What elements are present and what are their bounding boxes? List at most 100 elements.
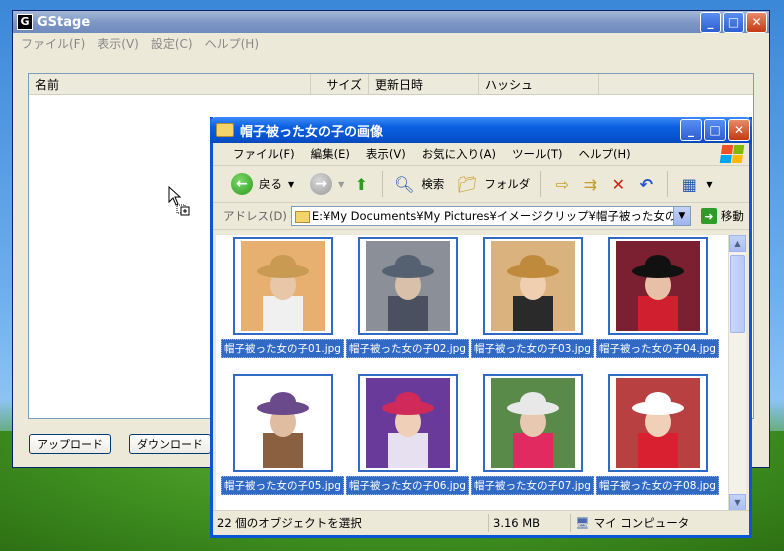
thumbnail-filename[interactable]: 帽子被った女の子08.jpg	[596, 476, 719, 495]
column-size[interactable]: サイズ	[311, 74, 369, 94]
menu-help[interactable]: ヘルプ(H)	[579, 146, 631, 162]
thumbnail-filename[interactable]: 帽子被った女の子03.jpg	[471, 339, 594, 358]
thumbnail-frame[interactable]	[607, 374, 708, 472]
thumbnail-item[interactable]: 帽子被った女の子07.jpg	[470, 374, 595, 495]
download-button[interactable]: ダウンロード	[129, 434, 211, 454]
thumbnail-filename[interactable]: 帽子被った女の子07.jpg	[471, 476, 594, 495]
address-input[interactable]: E:¥My Documents¥My Pictures¥イメージクリップ¥帽子被…	[290, 206, 691, 226]
folder-icon	[216, 123, 234, 137]
status-size: 3.16 MB	[489, 514, 571, 532]
thumbnail-frame[interactable]	[607, 237, 708, 335]
address-value: E:¥My Documents¥My Pictures¥イメージクリップ¥帽子被…	[311, 209, 691, 223]
column-name[interactable]: 名前	[29, 74, 311, 94]
photo-thumbnail-image	[365, 378, 450, 468]
menu-settings[interactable]: 設定(C)	[151, 35, 193, 52]
menu-edit[interactable]: 編集(E)	[311, 146, 350, 162]
close-button[interactable]: ✕	[746, 11, 767, 33]
back-arrow-icon[interactable]: ←	[231, 173, 253, 195]
column-hash[interactable]: ハッシュ	[479, 74, 599, 94]
thumbnail-item[interactable]: 帽子被った女の子06.jpg	[345, 374, 470, 495]
thumbnail-frame[interactable]	[482, 374, 583, 472]
drag-copy-cursor-icon	[168, 186, 190, 216]
menu-file[interactable]: ファイル(F)	[233, 146, 295, 162]
thumbnail-item[interactable]: 帽子被った女の子03.jpg	[470, 237, 595, 358]
thumbnail-frame[interactable]	[357, 374, 458, 472]
photo-thumbnail-image	[490, 378, 575, 468]
scroll-down-icon[interactable]: ▼	[729, 494, 746, 511]
go-label: 移動	[720, 209, 744, 223]
views-dropdown-icon[interactable]: ▼	[706, 180, 712, 189]
address-dropdown-icon[interactable]: ▼	[672, 207, 690, 225]
go-button[interactable]: ➜ 移動	[700, 208, 744, 224]
menu-help[interactable]: ヘルプ(H)	[205, 35, 259, 52]
thumbnail-filename[interactable]: 帽子被った女の子06.jpg	[346, 476, 469, 495]
thumbnail-frame[interactable]	[232, 374, 333, 472]
photo-thumbnail-image	[365, 241, 450, 331]
upload-button[interactable]: アップロード	[29, 434, 111, 454]
close-button[interactable]: ✕	[728, 119, 750, 141]
photo-thumbnail-image	[240, 241, 325, 331]
thumbnail-item[interactable]: 帽子被った女の子02.jpg	[345, 237, 470, 358]
thumbnail-filename[interactable]: 帽子被った女の子01.jpg	[221, 339, 344, 358]
forward-dropdown-icon[interactable]: ▼	[338, 180, 344, 189]
move-to-icon[interactable]: ⇨	[551, 173, 573, 195]
status-count: 22 個のオブジェクトを選択	[213, 514, 489, 532]
explorer-menubar: ファイル(F) 編集(E) 表示(V) お気に入り(A) ツール(T) ヘルプ(…	[213, 143, 749, 166]
thumbnail-filename[interactable]: 帽子被った女の子04.jpg	[596, 339, 719, 358]
thumbnail-frame[interactable]	[232, 237, 333, 335]
address-bar: アドレス(D) E:¥My Documents¥My Pictures¥イメージ…	[213, 203, 749, 230]
status-bar: 22 個のオブジェクトを選択 3.16 MB 🖥︎ マイ コンピュータ	[213, 510, 749, 535]
views-icon[interactable]: ▦	[678, 173, 700, 195]
scroll-up-icon[interactable]: ▲	[729, 235, 746, 252]
status-location-label: マイ コンピュータ	[593, 516, 690, 530]
thumbnail-item[interactable]: 帽子被った女の子01.jpg	[220, 237, 345, 358]
gstage-title: GStage	[37, 14, 91, 30]
thumbnail-frame[interactable]	[357, 237, 458, 335]
undo-icon[interactable]: ↶	[635, 173, 657, 195]
photo-thumbnail-image	[490, 241, 575, 331]
delete-icon[interactable]: ✕	[607, 173, 629, 195]
address-label: アドレス(D)	[223, 209, 287, 223]
menu-tools[interactable]: ツール(T)	[512, 146, 563, 162]
menu-view[interactable]: 表示(V)	[366, 146, 406, 162]
photo-thumbnail-image	[615, 378, 700, 468]
gstage-titlebar[interactable]: G GStage _ □ ✕	[13, 11, 769, 33]
list-header: 名前 サイズ 更新日時 ハッシュ	[29, 74, 753, 95]
forward-arrow-icon[interactable]: →	[310, 173, 333, 195]
menu-favorites[interactable]: お気に入り(A)	[422, 146, 496, 162]
copy-to-icon[interactable]: ⇉	[579, 173, 601, 195]
windows-logo-icon	[719, 145, 745, 163]
explorer-window: 帽子被った女の子の画像 _ □ ✕ ファイル(F) 編集(E) 表示(V) お気…	[210, 117, 752, 538]
up-folder-icon[interactable]: ⬆	[350, 173, 372, 195]
thumbnail-item[interactable]: 帽子被った女の子08.jpg	[595, 374, 720, 495]
maximize-button[interactable]: □	[723, 11, 744, 33]
photo-thumbnail-image	[615, 241, 700, 331]
search-icon[interactable]: 🔍︎	[393, 173, 415, 195]
folders-button-label[interactable]: フォルダ	[484, 176, 530, 192]
folders-icon[interactable]: 📁︎	[456, 173, 478, 195]
folder-icon	[294, 211, 310, 223]
menu-file[interactable]: ファイル(F)	[21, 35, 85, 52]
thumbnail-item[interactable]: 帽子被った女の子04.jpg	[595, 237, 720, 358]
thumbnail-item[interactable]: 帽子被った女の子05.jpg	[220, 374, 345, 495]
thumbnail-frame[interactable]	[482, 237, 583, 335]
minimize-button[interactable]: _	[680, 119, 702, 141]
vertical-scrollbar[interactable]: ▲ ▼	[728, 235, 746, 511]
back-dropdown-icon[interactable]: ▼	[288, 180, 294, 189]
thumbnail-filename[interactable]: 帽子被った女の子05.jpg	[221, 476, 344, 495]
menu-view[interactable]: 表示(V)	[97, 35, 139, 52]
column-modified[interactable]: 更新日時	[369, 74, 479, 94]
thumbnail-filename[interactable]: 帽子被った女の子02.jpg	[346, 339, 469, 358]
scroll-thumb[interactable]	[730, 255, 745, 333]
search-button-label[interactable]: 検索	[421, 176, 444, 192]
minimize-button[interactable]: _	[700, 11, 721, 33]
photo-thumbnail-image	[240, 378, 325, 468]
back-button-label[interactable]: 戻る	[259, 176, 282, 192]
thumbnail-grid: 帽子被った女の子01.jpg 帽子被った女の子02.jpg 帽子被った女の子03.j…	[220, 237, 720, 495]
explorer-title: 帽子被った女の子の画像	[240, 124, 384, 140]
explorer-titlebar[interactable]: 帽子被った女の子の画像 _ □ ✕	[210, 117, 752, 143]
maximize-button[interactable]: □	[704, 119, 726, 141]
file-view[interactable]: 帽子被った女の子01.jpg 帽子被った女の子02.jpg 帽子被った女の子03.j…	[216, 235, 731, 511]
gstage-menubar: ファイル(F) 表示(V) 設定(C) ヘルプ(H)	[13, 33, 769, 53]
explorer-toolbar: ← 戻る ▼ → ▼ ⬆ 🔍︎ 検索 📁︎ フォルダ ⇨ ⇉ ✕ ↶ ▦ ▼	[213, 166, 749, 203]
